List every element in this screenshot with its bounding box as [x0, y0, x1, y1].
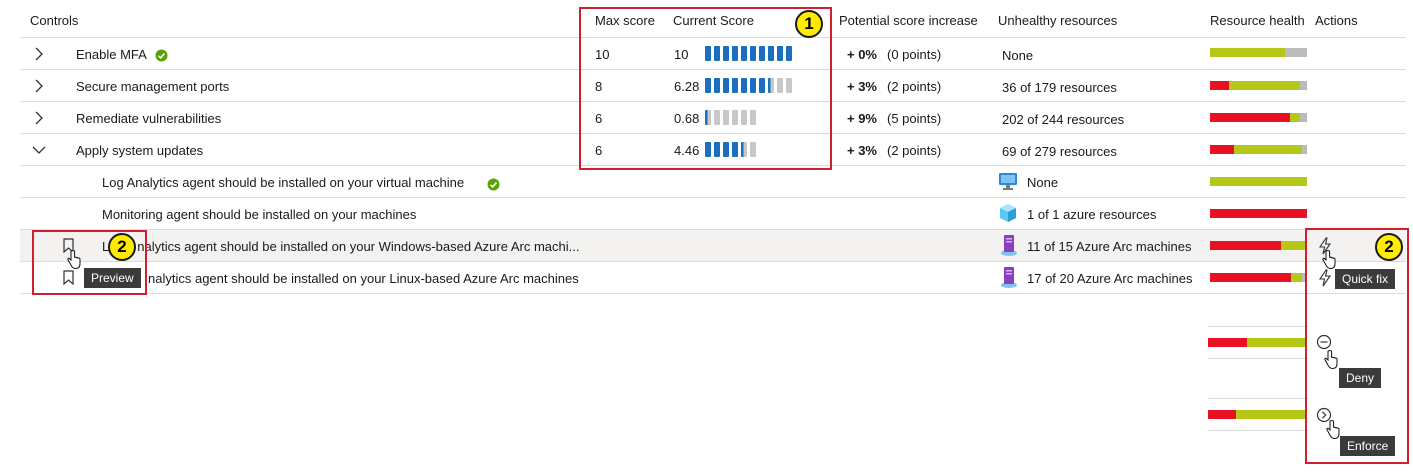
chevron-right-icon[interactable] — [31, 110, 47, 126]
resource-health-bar — [1210, 177, 1307, 186]
potential-percent: + 3% — [847, 79, 877, 94]
resource-health-bar — [1210, 113, 1307, 122]
resource-health-bar — [1210, 209, 1307, 218]
control-name[interactable]: Remediate vulnerabilities — [76, 111, 221, 126]
header-controls[interactable]: Controls — [30, 13, 78, 28]
unhealthy-value[interactable]: 36 of 179 resources — [1002, 80, 1117, 95]
header-potential-score-increase[interactable]: Potential score increase — [839, 13, 978, 28]
control-name[interactable]: Apply system updates — [76, 143, 203, 158]
unhealthy-value[interactable]: 69 of 279 resources — [1002, 144, 1117, 159]
unhealthy-value[interactable]: 11 of 15 Azure Arc machines — [1027, 239, 1192, 254]
divider — [1208, 326, 1308, 327]
divider — [20, 293, 1406, 294]
control-name[interactable]: Secure management ports — [76, 79, 229, 94]
callout-badge-2: 2 — [108, 233, 136, 261]
check-circle-icon — [487, 178, 500, 191]
check-circle-icon — [155, 49, 168, 62]
chevron-down-icon[interactable] — [31, 142, 47, 158]
potential-points: (2 points) — [887, 79, 942, 94]
server-icon — [1001, 235, 1017, 256]
resource-health-bar — [1208, 338, 1305, 347]
potential-percent: + 3% — [847, 143, 877, 158]
divider — [1208, 358, 1308, 359]
callout-badge-2: 2 — [1375, 233, 1403, 261]
unhealthy-value[interactable]: 1 of 1 azure resources — [1027, 207, 1156, 222]
divider — [1208, 398, 1308, 399]
cube-icon — [1000, 204, 1016, 222]
potential-points: (0 points) — [887, 47, 942, 62]
header-actions: Actions — [1315, 13, 1358, 28]
potential-percent: + 0% — [847, 47, 877, 62]
score-columns-highlight — [579, 7, 832, 170]
divider — [1208, 430, 1308, 431]
potential-percent: + 9% — [847, 111, 877, 126]
resource-health-bar — [1208, 410, 1305, 419]
resource-health-bar — [1210, 81, 1307, 90]
unhealthy-value[interactable]: 202 of 244 resources — [1002, 112, 1124, 127]
resource-health-bar — [1210, 241, 1307, 250]
unhealthy-value[interactable]: None — [1002, 48, 1033, 63]
monitor-icon — [999, 173, 1017, 190]
resource-health-bar — [1210, 48, 1307, 57]
recommendation-name[interactable]: Log Analytics agent should be installed … — [102, 175, 464, 190]
server-icon — [1001, 267, 1017, 288]
potential-points: (5 points) — [887, 111, 942, 126]
unhealthy-value[interactable]: 17 of 20 Azure Arc machines — [1027, 271, 1192, 286]
control-name[interactable]: Enable MFA — [76, 47, 147, 62]
divider — [20, 261, 1406, 262]
resource-health-bar — [1210, 273, 1307, 282]
resource-health-bar — [1210, 145, 1307, 154]
recommendation-name[interactable]: nalytics agent should be installed on yo… — [148, 271, 579, 286]
actions-highlight — [1305, 228, 1409, 464]
recommendation-name[interactable]: Lnalytics agent should be installed on y… — [102, 239, 579, 254]
divider — [20, 197, 1406, 198]
potential-points: (2 points) — [887, 143, 942, 158]
header-resource-health[interactable]: Resource health — [1210, 13, 1305, 28]
callout-badge-1: 1 — [795, 10, 823, 38]
recommendation-name-rest: nalytics agent should be installed on yo… — [137, 239, 580, 254]
header-unhealthy-resources[interactable]: Unhealthy resources — [998, 13, 1117, 28]
recommendation-name[interactable]: Monitoring agent should be installed on … — [102, 207, 416, 222]
unhealthy-value[interactable]: None — [1027, 175, 1058, 190]
chevron-right-icon[interactable] — [31, 46, 47, 62]
chevron-right-icon[interactable] — [31, 78, 47, 94]
